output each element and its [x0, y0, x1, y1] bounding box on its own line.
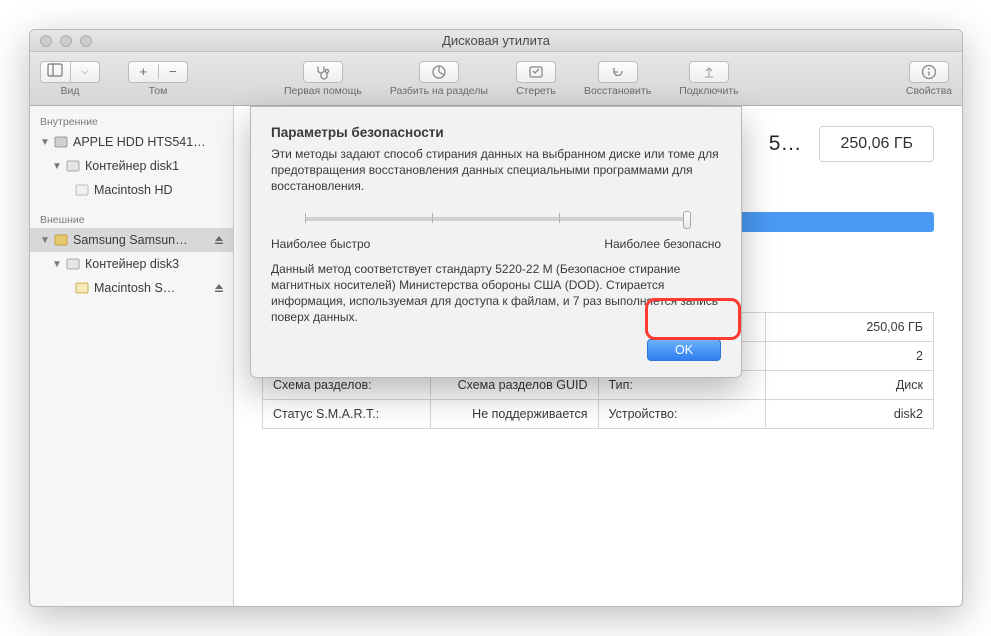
- mount-label: Подключить: [679, 85, 738, 97]
- info-cell-value: Не поддерживается: [430, 400, 598, 429]
- slider-label-secure: Наиболее безопасно: [604, 237, 721, 251]
- slider-tick: [305, 213, 306, 223]
- sidebar-section-external: Внешние: [30, 210, 233, 228]
- info-label: Свойства: [906, 85, 952, 97]
- info-cell-label: Устройство:: [598, 400, 766, 429]
- sidebar-section-internal: Внутренние: [30, 112, 233, 130]
- security-slider[interactable]: [305, 209, 687, 231]
- slider-tick: [432, 213, 433, 223]
- toolbar-volume: + − Том: [128, 61, 188, 97]
- security-options-dialog: Параметры безопасности Эти методы задают…: [250, 106, 742, 378]
- eject-icon[interactable]: [213, 234, 225, 246]
- window-title: Дисковая утилита: [30, 33, 962, 48]
- info-icon: [920, 63, 938, 81]
- volume-icon: [74, 280, 90, 296]
- info-cell-value: 250,06 ГБ: [766, 313, 934, 342]
- sidebar-item-label: APPLE HDD HTS541…: [73, 135, 233, 149]
- sidebar-item-label: Samsung Samsun…: [73, 233, 209, 247]
- toolbar-restore: Восстановить: [584, 61, 651, 97]
- pie-icon: [430, 63, 448, 81]
- external-hdd-icon: [53, 232, 69, 248]
- chevron-down-icon: ⌵: [71, 66, 100, 77]
- volume-label: Том: [149, 85, 168, 97]
- sidebar-item-label: Контейнер disk1: [85, 159, 233, 173]
- toolbar-mount: Подключить: [679, 61, 738, 97]
- capacity-box: 250,06 ГБ: [819, 126, 934, 162]
- traffic-lights: [30, 35, 92, 47]
- firstaid-label: Первая помощь: [284, 85, 362, 97]
- sidebar-icon: [41, 61, 71, 82]
- dialog-description: Эти методы задают способ стирания данных…: [271, 146, 721, 195]
- slider-labels: Наиболее быстро Наиболее безопасно: [271, 237, 721, 251]
- slider-track: [305, 217, 687, 221]
- volume-icon: [74, 182, 90, 198]
- toolbar-firstaid: Первая помощь: [284, 61, 362, 97]
- disclosure-icon[interactable]: ▼: [52, 161, 61, 172]
- info-cell-label: Статус S.M.A.R.T.:: [263, 400, 431, 429]
- zoom-icon[interactable]: [80, 35, 92, 47]
- info-cell-value: disk2: [766, 400, 934, 429]
- info-cell-value: Диск: [766, 371, 934, 400]
- partition-label: Разбить на разделы: [390, 85, 488, 97]
- view-label: Вид: [61, 85, 80, 97]
- firstaid-button[interactable]: [303, 61, 343, 83]
- titlebar: Дисковая утилита: [30, 30, 962, 52]
- hdd-icon: [53, 134, 69, 150]
- dialog-method-description: Данный метод соответствует стандарту 522…: [271, 261, 721, 326]
- sidebar: Внутренние ▼ APPLE HDD HTS541… ▼ Контейн…: [30, 106, 234, 606]
- mount-icon: [700, 63, 718, 81]
- sidebar-item-label: Macintosh HD: [94, 183, 233, 197]
- plus-icon: +: [129, 64, 159, 79]
- sidebar-item-internal-disk[interactable]: ▼ APPLE HDD HTS541…: [30, 130, 233, 154]
- eject-icon[interactable]: [213, 282, 225, 294]
- minimize-icon[interactable]: [60, 35, 72, 47]
- restore-button[interactable]: [598, 61, 638, 83]
- sidebar-item-label: Macintosh S…: [94, 281, 209, 295]
- slider-thumb[interactable]: [683, 211, 691, 229]
- info-cell-value: 2: [766, 342, 934, 371]
- erase-label: Стереть: [516, 85, 556, 97]
- disclosure-icon[interactable]: ▼: [52, 259, 61, 270]
- mount-button[interactable]: [689, 61, 729, 83]
- sidebar-item-container-disk1[interactable]: ▼ Контейнер disk1: [30, 154, 233, 178]
- slider-label-fast: Наиболее быстро: [271, 237, 370, 251]
- ok-button[interactable]: OK: [647, 339, 721, 361]
- toolbar: ⌵ Вид + − Том Первая помощь Разбить на р…: [30, 52, 962, 106]
- dialog-actions: OK: [271, 339, 721, 361]
- erase-icon: [527, 63, 545, 81]
- toolbar-erase: Стереть: [516, 61, 556, 97]
- table-row: Статус S.M.A.R.T.: Не поддерживается Уст…: [263, 400, 934, 429]
- view-button[interactable]: ⌵: [40, 61, 100, 83]
- slider-tick: [559, 213, 560, 223]
- sidebar-item-macintosh-hd[interactable]: Macintosh HD: [30, 178, 233, 202]
- disclosure-icon[interactable]: ▼: [40, 137, 49, 148]
- toolbar-partition: Разбить на разделы: [390, 61, 488, 97]
- toolbar-info: Свойства: [906, 61, 952, 97]
- partition-button[interactable]: [419, 61, 459, 83]
- sidebar-item-macintosh-s[interactable]: Macintosh S…: [30, 276, 233, 300]
- stethoscope-icon: [314, 63, 332, 81]
- dialog-title: Параметры безопасности: [271, 125, 721, 140]
- info-button[interactable]: [909, 61, 949, 83]
- restore-label: Восстановить: [584, 85, 651, 97]
- toolbar-view: ⌵ Вид: [40, 61, 100, 97]
- container-icon: [65, 158, 81, 174]
- disclosure-icon[interactable]: ▼: [40, 235, 49, 246]
- sidebar-item-external-disk[interactable]: ▼ Samsung Samsun…: [30, 228, 233, 252]
- disk-name-suffix: 5…: [769, 132, 802, 156]
- sidebar-item-label: Контейнер disk3: [85, 257, 233, 271]
- container-icon: [65, 256, 81, 272]
- minus-icon: −: [159, 64, 188, 79]
- sidebar-item-container-disk3[interactable]: ▼ Контейнер disk3: [30, 252, 233, 276]
- volume-button[interactable]: + −: [128, 61, 188, 83]
- close-icon[interactable]: [40, 35, 52, 47]
- restore-arrow-icon: [609, 63, 627, 81]
- erase-button[interactable]: [516, 61, 556, 83]
